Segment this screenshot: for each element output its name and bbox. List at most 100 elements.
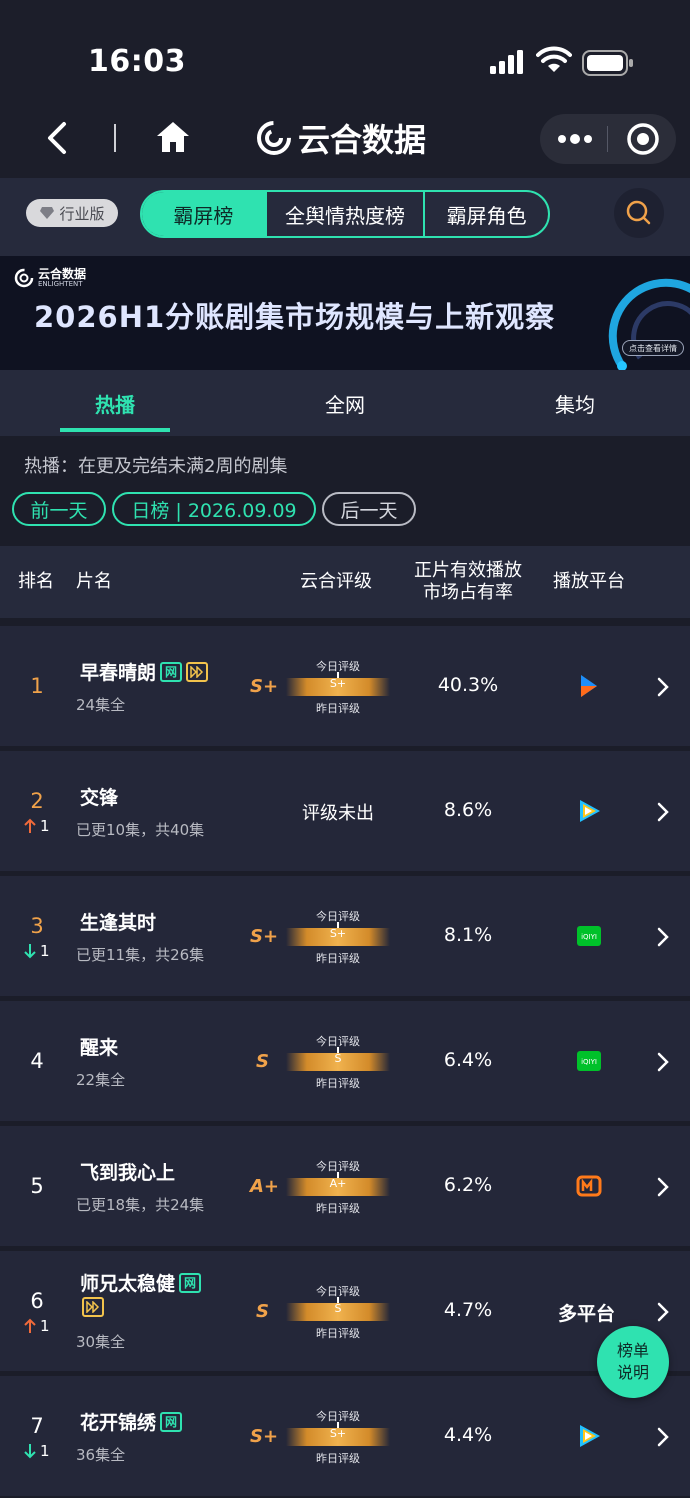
rating-mark: A+ <box>329 1177 347 1190</box>
subtab-hot[interactable]: 热播 <box>0 370 230 436</box>
rank-change: 1 <box>24 1442 50 1460</box>
show-title-text: 醒来 <box>80 1037 119 1059</box>
close-miniapp-icon[interactable] <box>626 122 660 156</box>
show-title: 交锋 <box>80 783 118 810</box>
col-rank: 排名 <box>18 571 54 592</box>
web-series-badge: 网 <box>179 1272 202 1293</box>
more-icon[interactable] <box>556 130 594 148</box>
table-row[interactable]: 2 1 交锋 已更10集，共40集 评级未出 8.6% <box>0 751 690 871</box>
skip-forward-badge-icon <box>186 661 209 682</box>
rank-change-value: 1 <box>40 1317 50 1335</box>
tab-sentiment-heat[interactable]: 全舆情热度榜 <box>264 192 423 236</box>
svg-text:iQIYI: iQIYI <box>581 1058 597 1066</box>
promo-banner[interactable]: 云合数据 ENLIGHTENT 2026H1分账剧集市场规模与上新观察 点击查看… <box>0 256 690 370</box>
show-title-text: 生逢其时 <box>80 912 157 934</box>
status-time: 16:03 <box>88 44 186 79</box>
search-button[interactable] <box>614 188 664 238</box>
tab-characters[interactable]: 霸屏角色 <box>423 192 548 236</box>
grade: A+ <box>250 1176 280 1197</box>
capsule-divider <box>607 126 608 152</box>
arrow-down-icon <box>24 944 36 959</box>
banner-detail-button[interactable]: 点击查看详情 <box>622 340 684 356</box>
episode-info: 30集全 <box>76 1333 126 1351</box>
list-description: 热播：在更及完结未满2周的剧集 <box>24 456 288 477</box>
episode-info: 22集全 <box>76 1071 126 1089</box>
table-row[interactable]: 5 飞到我心上 已更18集，共24集 A+ 今日评级 A+ 昨日评级 6.2% <box>0 1126 690 1246</box>
subtab-allnet[interactable]: 全网 <box>230 370 460 436</box>
rank-number: 3 <box>30 914 44 938</box>
table-row[interactable]: 3 1 生逢其时 已更11集，共26集 S+ 今日评级 S+ 昨日评级 8.1%… <box>0 876 690 996</box>
wifi-icon <box>536 46 572 72</box>
rank-number: 5 <box>30 1174 44 1198</box>
rank-number: 7 <box>30 1414 44 1438</box>
web-series-badge: 网 <box>160 661 183 682</box>
rating-bar: 今日评级 S 昨日评级 <box>286 1283 390 1343</box>
rating-bar: 今日评级 A+ 昨日评级 <box>286 1158 390 1218</box>
chevron-right-icon[interactable] <box>656 1176 670 1198</box>
next-day-button[interactable]: 后一天 <box>322 492 416 526</box>
episode-info: 36集全 <box>76 1446 126 1464</box>
chevron-right-icon[interactable] <box>656 1051 670 1073</box>
col-platform: 播放平台 <box>553 571 625 592</box>
subtab-per-episode[interactable]: 集均 <box>460 370 690 436</box>
tab-bapingbang[interactable]: 霸屏榜 <box>142 192 265 236</box>
show-title-text: 早春晴朗 <box>80 662 157 684</box>
rank-number: 1 <box>30 674 44 698</box>
edition-badge[interactable]: 行业版 <box>26 199 118 227</box>
table-row[interactable]: 4 醒来 22集全 S 今日评级 S 昨日评级 6.4% iQIYI <box>0 1001 690 1121</box>
chevron-right-icon[interactable] <box>656 801 670 823</box>
rank-change-value: 1 <box>40 1442 50 1460</box>
tencent-video-icon <box>580 800 600 822</box>
search-icon <box>626 200 651 225</box>
back-icon[interactable] <box>40 118 76 158</box>
chevron-right-icon[interactable] <box>656 1301 670 1323</box>
market-share: 6.2% <box>443 1174 493 1196</box>
prev-day-button[interactable]: 前一天 <box>12 492 106 526</box>
yunhe-logo-icon <box>257 121 291 155</box>
rating-yesterday-label: 昨日评级 <box>316 1202 360 1215</box>
home-icon[interactable] <box>154 118 192 156</box>
yunhe-logo-icon <box>14 268 34 288</box>
chevron-right-icon[interactable] <box>656 1426 670 1448</box>
rank-change: 1 <box>24 942 50 960</box>
platform-multi: 多平台 <box>558 1303 616 1325</box>
col-share-line1: 正片有效播放 <box>414 560 522 581</box>
fab-line1: 榜单 <box>616 1341 649 1360</box>
rank-change: 1 <box>24 1317 50 1335</box>
chevron-right-icon[interactable] <box>656 676 670 698</box>
show-title: 早春晴朗 网 <box>80 658 209 685</box>
svg-text:iQIYI: iQIYI <box>581 933 597 941</box>
episode-info: 已更11集，共26集 <box>76 946 205 964</box>
show-title: 花开锦绣 网 <box>80 1408 183 1435</box>
nav-divider <box>114 124 116 152</box>
current-date-button[interactable]: 日榜 | 2026.09.09 <box>112 492 316 526</box>
rank-number: 2 <box>30 789 44 813</box>
subtab-indicator <box>60 428 170 432</box>
grade: S+ <box>250 1426 279 1447</box>
table-row[interactable]: 6 1 师兄太稳健 网 30集全 S 今日评级 S 昨日评级 4.7% 多平台 <box>0 1251 690 1371</box>
rating-mark: S+ <box>329 677 347 690</box>
rank-number: 6 <box>30 1289 44 1313</box>
table-row[interactable]: 1 早春晴朗 网 24集全 S+ 今日评级 S+ 昨日评级 40.3% <box>0 626 690 746</box>
rating-yesterday-label: 昨日评级 <box>316 1077 360 1090</box>
market-share: 8.1% <box>443 924 493 946</box>
iqiyi-icon: iQIYI <box>577 926 601 946</box>
rating-yesterday-label: 昨日评级 <box>316 952 360 965</box>
table-row[interactable]: 7 1 花开锦绣 网 36集全 S+ 今日评级 S+ 昨日评级 4.4% <box>0 1376 690 1496</box>
show-title-text: 师兄太稳健 <box>80 1273 176 1295</box>
banner-logo: 云合数据 ENLIGHTENT <box>14 268 86 288</box>
rank-change-value: 1 <box>40 942 50 960</box>
battery-icon <box>582 50 633 76</box>
rating-pending: 评级未出 <box>302 803 374 824</box>
rating-mark: S <box>334 1052 342 1065</box>
web-series-badge: 网 <box>160 1411 183 1432</box>
diamond-icon <box>40 207 55 219</box>
chevron-right-icon[interactable] <box>656 926 670 948</box>
brand-name: 云合数据 <box>298 121 427 159</box>
rank-change-value: 1 <box>40 817 50 835</box>
iqiyi-icon: iQIYI <box>577 1051 601 1071</box>
col-share: 正片有效播放 市场占有率 <box>414 546 522 618</box>
market-share: 4.7% <box>443 1299 493 1321</box>
ranking-explanation-button[interactable]: 榜单 说明 <box>597 1326 669 1398</box>
edition-label: 行业版 <box>59 204 105 223</box>
